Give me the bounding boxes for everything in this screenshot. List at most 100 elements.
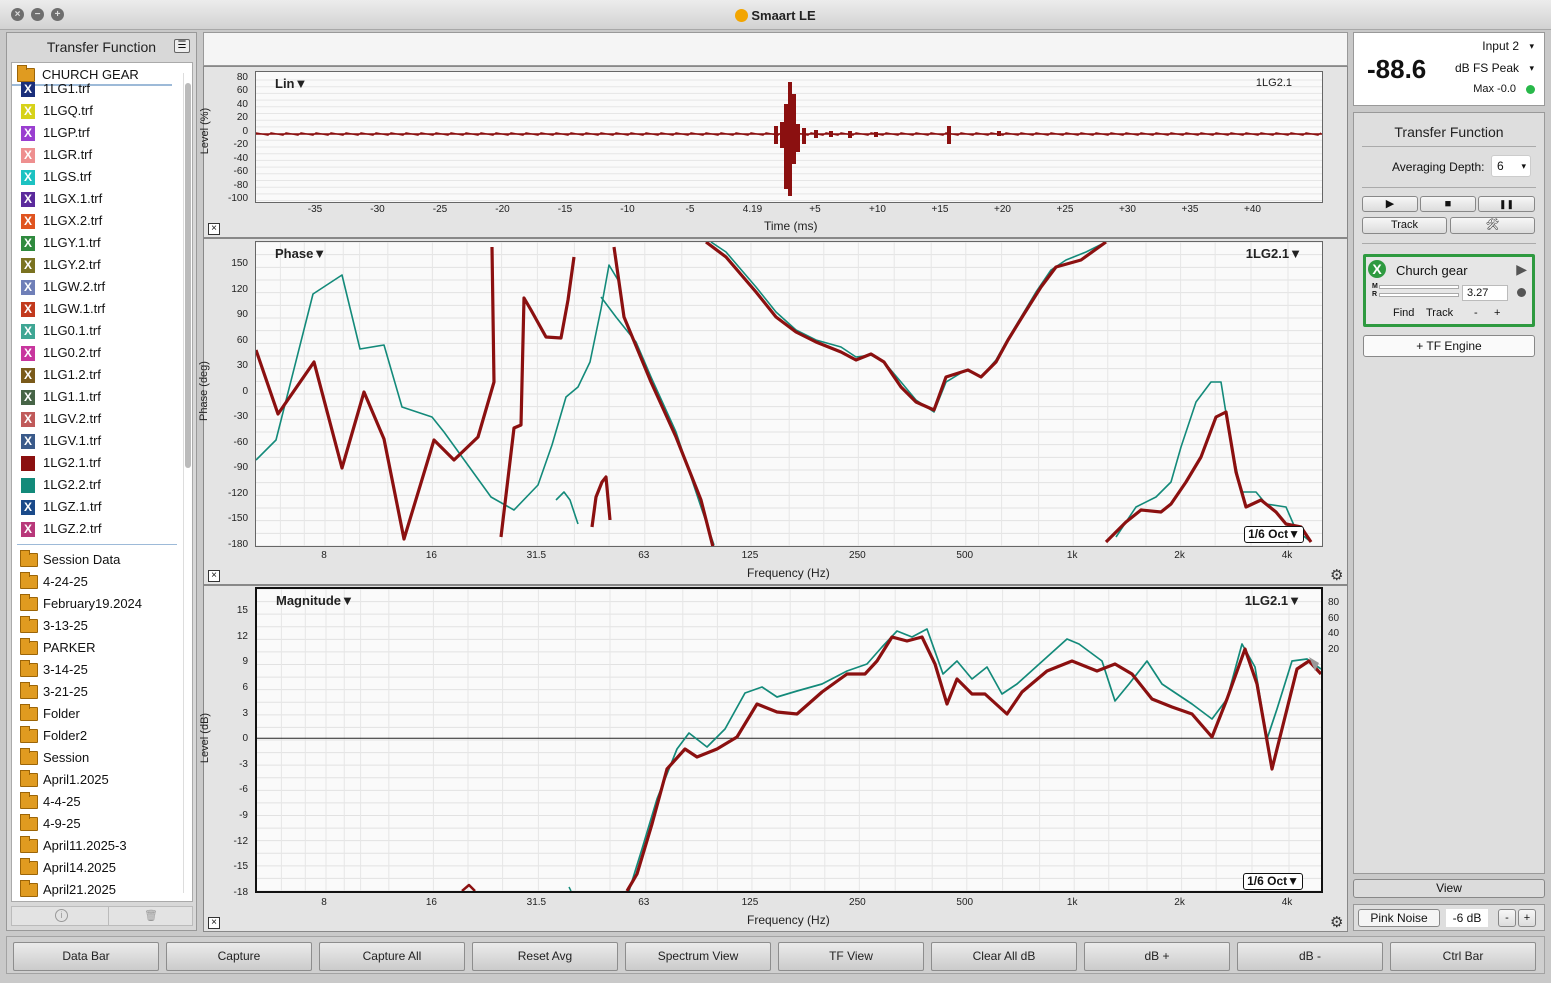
- pink-noise-level[interactable]: -6 dB: [1446, 909, 1488, 927]
- pink-level-plus-button[interactable]: +: [1518, 909, 1536, 927]
- find-button[interactable]: Find: [1393, 307, 1414, 319]
- trace-file-icon[interactable]: X: [21, 126, 35, 141]
- engine-play-icon[interactable]: ▶: [1516, 261, 1527, 278]
- file-item[interactable]: X 1LGQ.trf: [12, 100, 177, 122]
- input-selector[interactable]: Input 2: [1482, 39, 1519, 53]
- trace-file-icon[interactable]: X: [21, 500, 35, 515]
- file-item[interactable]: X 1LG1.trf: [12, 78, 177, 100]
- delay-plus-button[interactable]: +: [1494, 307, 1500, 319]
- stop-button[interactable]: ■: [1420, 196, 1476, 212]
- engine-active-icon[interactable]: X: [1368, 260, 1386, 278]
- meter-max[interactable]: Max -0.0: [1473, 83, 1516, 95]
- folder-item[interactable]: 4-9-25: [12, 813, 177, 835]
- command-button-clear-all-db[interactable]: Clear All dB: [931, 942, 1077, 971]
- gear-icon[interactable]: ⚙: [1330, 568, 1343, 583]
- trace-file-icon[interactable]: X: [21, 368, 35, 383]
- tools-button[interactable]: 🛠: [1450, 217, 1535, 234]
- folder-item[interactable]: 3-13-25: [12, 615, 177, 637]
- command-button-capture-all[interactable]: Capture All: [319, 942, 465, 971]
- trace-file-icon[interactable]: [21, 456, 35, 471]
- trace-file-icon[interactable]: X: [21, 434, 35, 449]
- folder-item[interactable]: PARKER: [12, 637, 177, 659]
- file-item[interactable]: X 1LGP.trf: [12, 122, 177, 144]
- trace-file-icon[interactable]: X: [21, 324, 35, 339]
- trace-file-icon[interactable]: X: [21, 412, 35, 427]
- close-plot-icon[interactable]: ×: [208, 223, 220, 235]
- command-button-db[interactable]: dB -: [1237, 942, 1383, 971]
- tree-scrollbar[interactable]: [183, 73, 191, 893]
- gear-icon[interactable]: ⚙: [1330, 915, 1343, 930]
- info-icon[interactable]: i: [55, 909, 68, 922]
- folder-item[interactable]: April11.2025-3: [12, 835, 177, 857]
- magnitude-smoothing-selector[interactable]: 1/6 Oct▼: [1243, 873, 1303, 890]
- trash-icon[interactable]: 🗑: [144, 909, 158, 922]
- folder-item[interactable]: Folder2: [12, 725, 177, 747]
- trace-file-icon[interactable]: X: [21, 148, 35, 163]
- trace-file-icon[interactable]: X: [21, 522, 35, 537]
- folder-item[interactable]: 4-4-25: [12, 791, 177, 813]
- meter-mode-selector[interactable]: dB FS Peak: [1455, 61, 1519, 75]
- trace-file-icon[interactable]: X: [21, 236, 35, 251]
- trace-file-icon[interactable]: X: [21, 82, 35, 97]
- file-item[interactable]: X 1LG0.2.trf: [12, 342, 177, 364]
- command-button-capture[interactable]: Capture: [166, 942, 312, 971]
- close-plot-icon[interactable]: ×: [208, 570, 220, 582]
- trace-file-icon[interactable]: X: [21, 346, 35, 361]
- file-item[interactable]: X 1LG1.1.trf: [12, 386, 177, 408]
- command-button-ctrl-bar[interactable]: Ctrl Bar: [1390, 942, 1536, 971]
- trace-file-icon[interactable]: X: [21, 280, 35, 295]
- folder-item[interactable]: 3-21-25: [12, 681, 177, 703]
- chevron-down-icon[interactable]: ▾: [1529, 41, 1534, 52]
- play-button[interactable]: ▶: [1362, 196, 1418, 212]
- file-item[interactable]: X 1LGX.2.trf: [12, 210, 177, 232]
- file-item[interactable]: X 1LGV.1.trf: [12, 430, 177, 452]
- add-tf-engine-button[interactable]: + TF Engine: [1363, 335, 1535, 357]
- chevron-down-icon[interactable]: ▾: [1529, 63, 1534, 74]
- trace-file-icon[interactable]: X: [21, 390, 35, 405]
- trace-file-icon[interactable]: [21, 478, 35, 493]
- command-button-reset-avg[interactable]: Reset Avg: [472, 942, 618, 971]
- pink-noise-button[interactable]: Pink Noise: [1358, 909, 1440, 927]
- delay-field[interactable]: 3.27: [1462, 285, 1508, 301]
- trace-file-icon[interactable]: X: [21, 192, 35, 207]
- trace-file-icon[interactable]: X: [21, 214, 35, 229]
- folder-item[interactable]: Folder: [12, 703, 177, 725]
- folder-item[interactable]: Session: [12, 747, 177, 769]
- phase-trace-name[interactable]: 1LG2.1▼: [1246, 246, 1302, 261]
- impulse-plot-label[interactable]: Lin▼: [275, 76, 307, 91]
- record-icon[interactable]: [1517, 288, 1526, 297]
- pause-button[interactable]: ❚❚: [1478, 196, 1535, 212]
- phase-smoothing-selector[interactable]: 1/6 Oct▼: [1244, 526, 1304, 543]
- file-item[interactable]: X 1LGX.1.trf: [12, 188, 177, 210]
- magnitude-plot-area[interactable]: Magnitude▼ 1LG2.1▼ 1/6 Oct▼: [255, 587, 1323, 893]
- file-item[interactable]: X 1LGR.trf: [12, 144, 177, 166]
- command-button-data-bar[interactable]: Data Bar: [13, 942, 159, 971]
- file-item[interactable]: X 1LGY.1.trf: [12, 232, 177, 254]
- panel-menu-icon[interactable]: ☰: [174, 39, 190, 53]
- averaging-select[interactable]: 6 ▾: [1491, 155, 1531, 177]
- magnitude-trace-name[interactable]: 1LG2.1▼: [1245, 593, 1301, 608]
- engine-track-button[interactable]: Track: [1426, 307, 1453, 319]
- impulse-plot-area[interactable]: Lin▼ 1LG2.1: [255, 71, 1323, 203]
- folder-item[interactable]: February19.2024: [12, 593, 177, 615]
- file-item[interactable]: X 1LGW.2.trf: [12, 276, 177, 298]
- file-item[interactable]: X 1LGY.2.trf: [12, 254, 177, 276]
- folder-item[interactable]: April14.2025: [12, 857, 177, 879]
- trace-file-icon[interactable]: X: [21, 170, 35, 185]
- folder-item[interactable]: April21.2025: [12, 879, 177, 901]
- trace-file-icon[interactable]: X: [21, 104, 35, 119]
- file-item[interactable]: X 1LG1.2.trf: [12, 364, 177, 386]
- file-item[interactable]: 1LG2.2.trf: [12, 474, 177, 496]
- delay-minus-button[interactable]: -: [1474, 307, 1478, 319]
- file-item[interactable]: 1LG2.1.trf: [12, 452, 177, 474]
- file-item[interactable]: X 1LGV.2.trf: [12, 408, 177, 430]
- folder-item[interactable]: 3-14-25: [12, 659, 177, 681]
- phase-plot-area[interactable]: Phase▼ 1LG2.1▼ 1/6 Oct▼: [255, 241, 1323, 547]
- track-button[interactable]: Track: [1362, 217, 1447, 234]
- close-plot-icon[interactable]: ×: [208, 917, 220, 929]
- folder-item[interactable]: Session Data: [12, 549, 177, 571]
- folder-item[interactable]: 4-24-25: [12, 571, 177, 593]
- trace-file-icon[interactable]: X: [21, 258, 35, 273]
- view-button[interactable]: View: [1353, 879, 1545, 898]
- magnitude-plot-label[interactable]: Magnitude▼: [276, 593, 354, 608]
